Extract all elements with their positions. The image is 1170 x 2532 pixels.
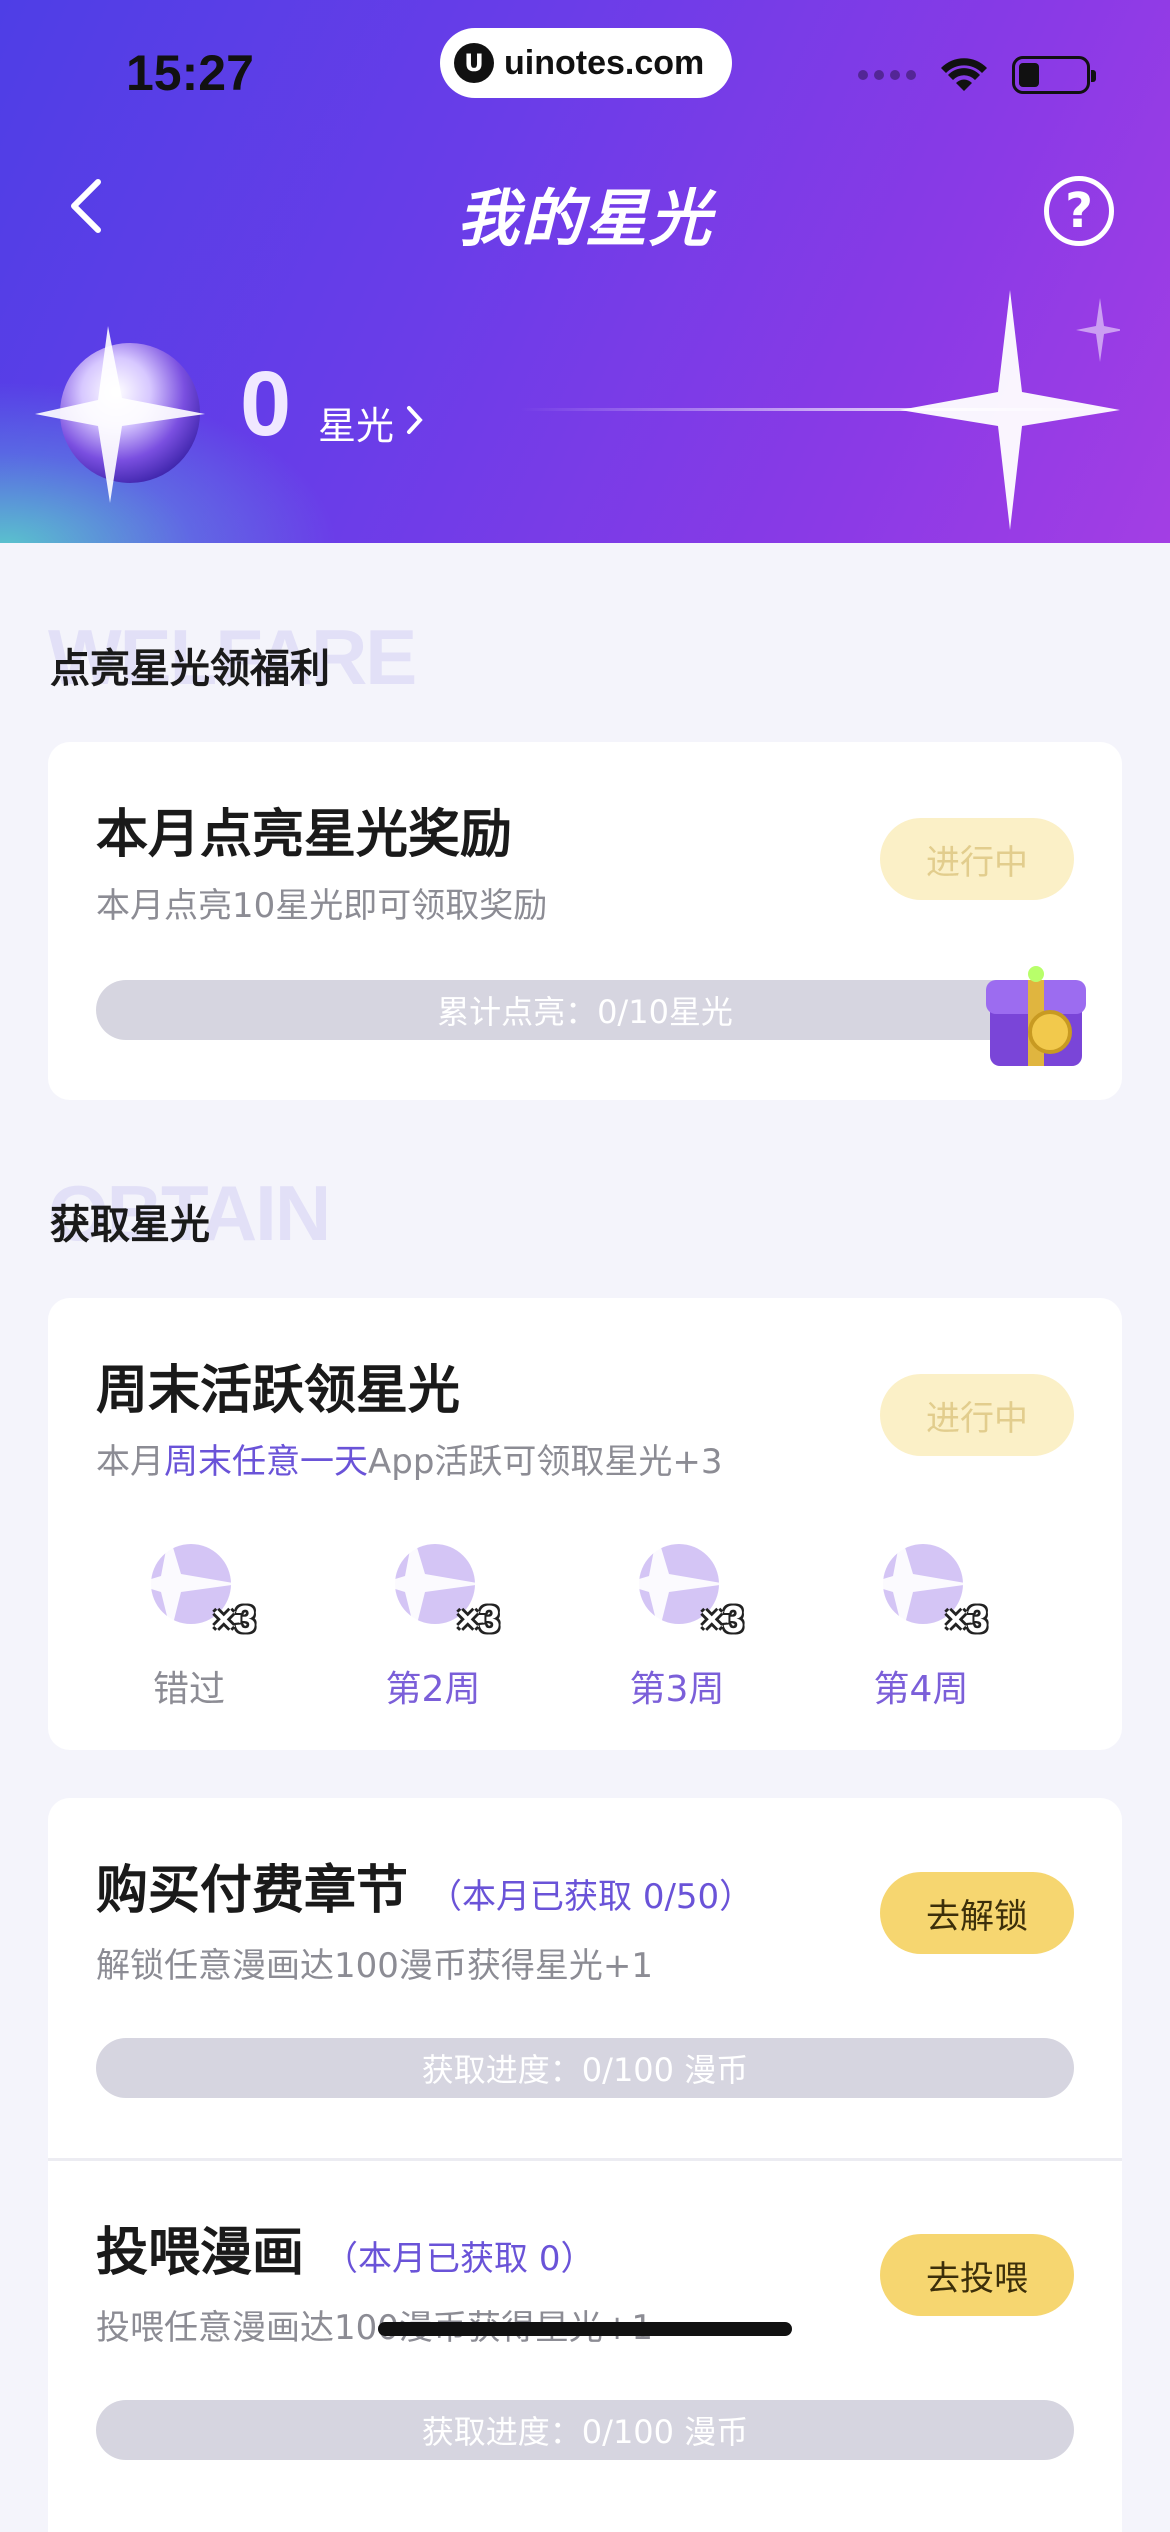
page-title: 我的星光 [456,182,713,255]
task-subtitle: 解锁任意漫画达100漫币获得星光+1 [96,1946,654,1986]
progress-bar: 累计点亮：0/10星光 [96,980,1074,1040]
week-item-4: ×3 第4周 [846,1528,996,1712]
star-count[interactable]: 0 [240,352,291,457]
week-label: 第4周 [873,1669,969,1710]
url-pill[interactable]: U uinotes.com [440,28,732,98]
monthly-reward-card: 本月点亮星光奖励 本月点亮10星光即可领取奖励 进行中 累计点亮：0/10星光 [48,742,1122,1100]
treasure-chest-icon[interactable] [978,960,1094,1076]
week-label: 第3周 [629,1669,725,1710]
star-orb-icon [35,326,205,503]
feed-button[interactable]: 去投喂 [880,2234,1074,2316]
status-badge: 进行中 [880,818,1074,900]
task-title: 购买付费章节 （本月已获取 0/50） [96,1861,754,1921]
divider [48,2158,1122,2161]
week-item-2: ×3 第2周 [358,1528,508,1712]
progress-bar: 获取进度：0/100 漫币 [96,2400,1074,2460]
wifi-icon [941,58,987,91]
signal-icon [858,70,916,80]
card-subtitle: 本月周末任意一天App活跃可领取星光+3 [96,1442,723,1482]
star-unit-link[interactable]: 星光 [318,395,394,450]
task-list-card: 购买付费章节 （本月已获取 0/50） 解锁任意漫画达100漫币获得星光+1 去解… [48,1798,1122,2532]
sparkle-decoration-icon [520,290,1120,530]
battery-icon [1012,56,1096,94]
card-subtitle: 本月点亮10星光即可领取奖励 [96,886,548,926]
weekend-active-card: 周末活跃领星光 本月周末任意一天App活跃可领取星光+3 进行中 ×3 错过 ×… [48,1298,1122,1750]
status-time: 15:27 [126,45,254,101]
week-label: 第2周 [385,1669,481,1710]
status-icons [858,56,1096,94]
task-count-note: （本月已获取 0/50） [428,1877,754,1917]
header: 15:27 U uinotes.com 我的星光 ? 0 星光 [0,0,1170,543]
section-title-obtain: 获取星光 [50,1202,210,1248]
week-label: 错过 [152,1669,225,1710]
unlock-button[interactable]: 去解锁 [880,1872,1074,1954]
home-indicator [378,2322,792,2336]
url-text: uinotes.com [504,43,705,82]
task-title: 投喂漫画 （本月已获取 0） [96,2223,595,2283]
progress-bar: 获取进度：0/100 漫币 [96,2038,1074,2098]
uinotes-logo-icon: U [454,43,494,83]
week-item-3: ×3 第3周 [602,1528,752,1712]
help-icon[interactable]: ? [1044,176,1114,246]
card-title: 周末活跃领星光 [96,1361,461,1421]
status-badge: 进行中 [880,1374,1074,1456]
card-title: 本月点亮星光奖励 [96,805,513,865]
chevron-right-icon[interactable] [404,400,426,440]
task-count-note: （本月已获取 0） [324,2239,595,2279]
section-title-welfare: 点亮星光领福利 [50,646,330,692]
week-item-1: ×3 错过 [114,1528,264,1712]
